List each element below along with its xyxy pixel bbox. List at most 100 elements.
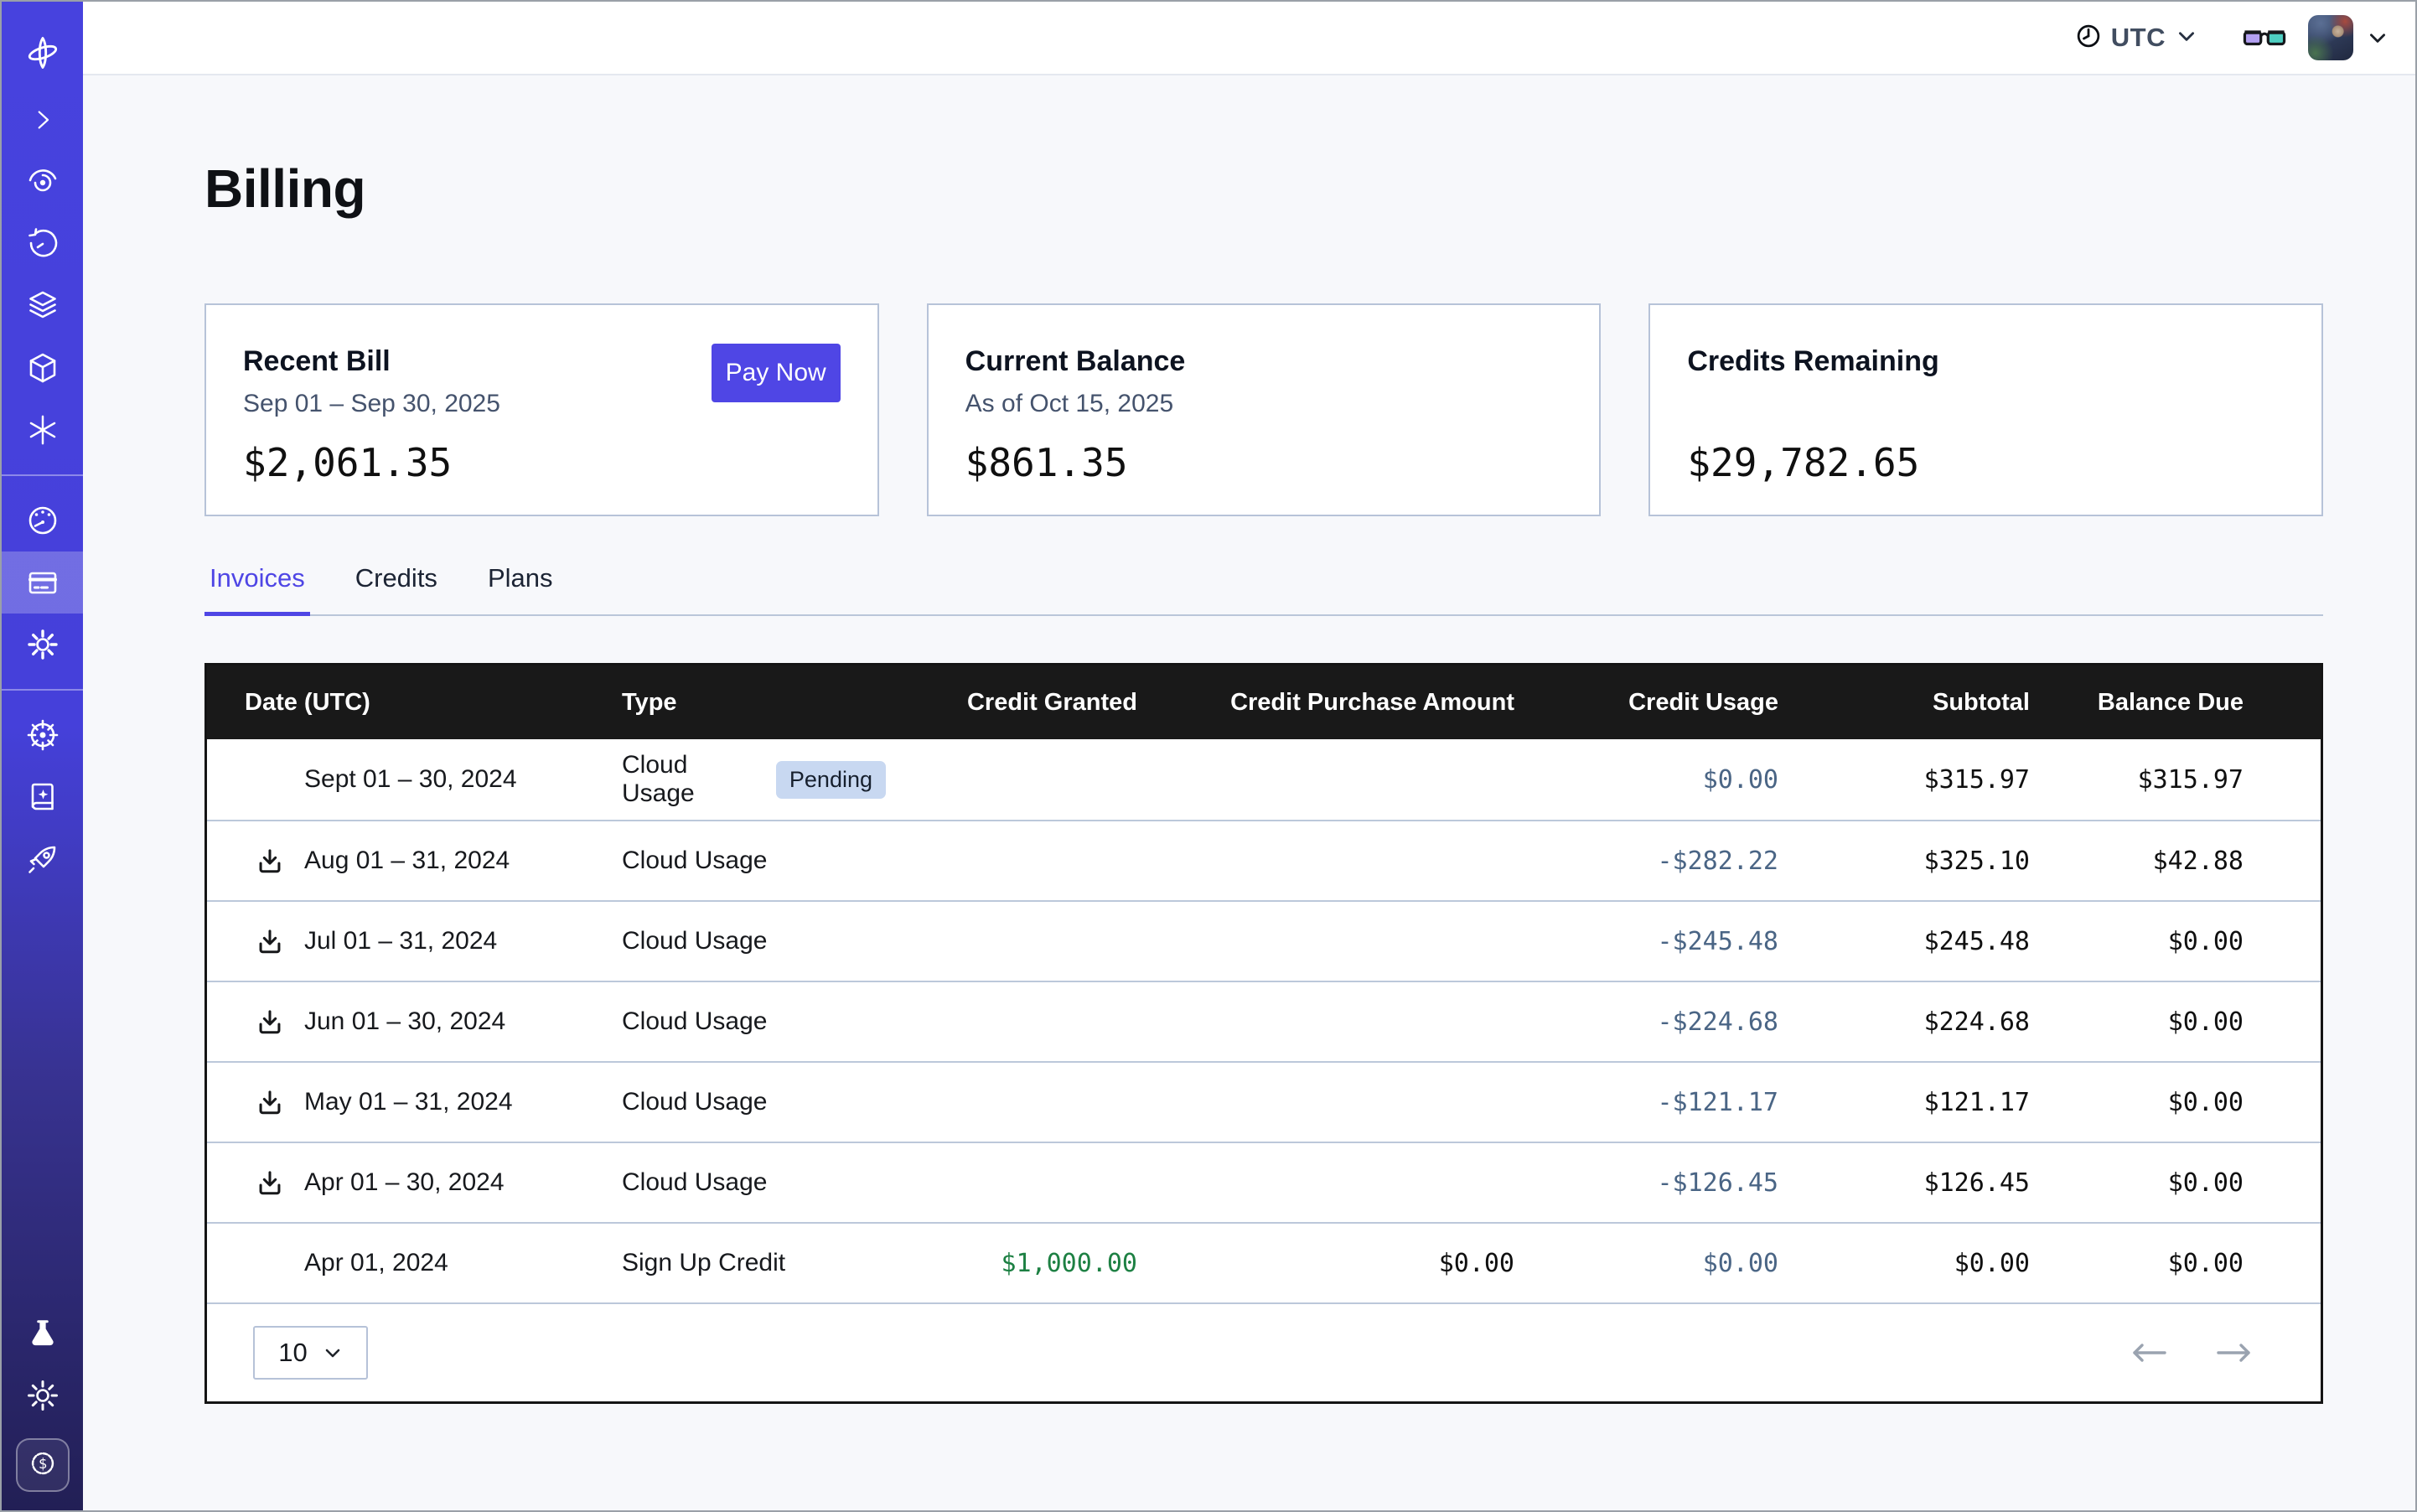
download-invoice-icon[interactable]	[256, 847, 284, 875]
balance-due-cell: $0.00	[2030, 1088, 2321, 1117]
glasses-icon[interactable]	[2243, 25, 2286, 50]
main-content: Billing Recent Bill Sep 01 – Sep 30, 202…	[83, 75, 2415, 1510]
download-invoice-icon[interactable]	[256, 1088, 284, 1116]
recent-bill-card: Recent Bill Sep 01 – Sep 30, 2025 $2,061…	[204, 303, 879, 516]
subtotal-cell: $325.10	[1778, 847, 2030, 876]
page-size-select[interactable]: 10	[253, 1326, 368, 1380]
sidebar-item-logo[interactable]	[2, 17, 83, 89]
docs-book-icon	[25, 779, 60, 815]
table-row: Jul 01 – 31, 2024Cloud Usage-$245.48$245…	[207, 900, 2321, 981]
table-row: Aug 01 – 31, 2024Cloud Usage-$282.22$325…	[207, 820, 2321, 900]
chevron-down-icon	[2176, 25, 2197, 51]
invoice-type: Cloud Usage	[622, 1168, 767, 1197]
download-invoice-icon[interactable]	[256, 1007, 284, 1036]
table-row: Apr 01 – 30, 2024Cloud Usage-$126.45$126…	[207, 1142, 2321, 1222]
table-row: Jun 01 – 30, 2024Cloud Usage-$224.68$224…	[207, 981, 2321, 1061]
column-header: Date (UTC)	[207, 689, 580, 717]
credit-usage-cell: -$282.22	[1514, 847, 1778, 876]
date-cell: Jun 01 – 30, 2024	[207, 1007, 580, 1036]
brightness-icon	[25, 1378, 60, 1413]
type-cell: Cloud Usage	[580, 1088, 886, 1116]
card-subtitle	[1687, 390, 2285, 422]
type-cell: Cloud Usage	[580, 927, 886, 955]
credit-purchase-cell: $0.00	[1137, 1249, 1514, 1278]
balance-due-cell: $0.00	[2030, 1168, 2321, 1198]
history-icon	[25, 226, 60, 261]
sidebar-item-docs[interactable]	[2, 766, 83, 828]
balance-due-cell: $0.00	[2030, 1007, 2321, 1037]
sidebar-item-support[interactable]	[2, 704, 83, 766]
user-avatar[interactable]	[2308, 15, 2353, 60]
credits-remaining-amount: $29,782.65	[1687, 440, 2285, 485]
sidebar-item-billing[interactable]	[2, 551, 83, 614]
type-cell: Cloud Usage	[580, 1168, 886, 1197]
invoice-date: Sept 01 – 30, 2024	[304, 765, 517, 794]
invoice-type: Cloud Usage	[622, 1088, 767, 1116]
type-cell: Sign Up Credit	[580, 1249, 886, 1277]
invoice-date: Apr 01 – 30, 2024	[304, 1168, 505, 1197]
date-cell: Apr 01 – 30, 2024	[207, 1168, 580, 1197]
column-header: Credit Usage	[1514, 689, 1778, 717]
pay-now-button[interactable]: Pay Now	[712, 344, 841, 402]
download-invoice-icon[interactable]	[256, 927, 284, 955]
page-size-value: 10	[278, 1338, 307, 1368]
clock-icon	[2076, 23, 2101, 53]
table-row: Sept 01 – 30, 2024Cloud UsagePending$0.0…	[207, 739, 2321, 820]
column-header: Type	[580, 689, 886, 717]
invoice-type: Cloud Usage	[622, 1007, 767, 1036]
spiral-icon	[25, 164, 60, 199]
credit-usage-cell: $0.00	[1514, 765, 1778, 795]
topbar: UTC	[83, 2, 2415, 75]
sidebar-item-getting-started[interactable]	[2, 828, 83, 890]
svg-text:$: $	[38, 1456, 46, 1473]
sidebar: $	[2, 2, 83, 1510]
table-row: Apr 01, 2024Sign Up Credit$1,000.00$0.00…	[207, 1222, 2321, 1302]
date-cell: Jul 01 – 31, 2024	[207, 927, 580, 955]
previous-page-button[interactable]	[2130, 1340, 2168, 1365]
card-title: Current Balance	[965, 345, 1563, 378]
sidebar-item-cube[interactable]	[2, 337, 83, 399]
sidebar-item-credits[interactable]: $	[16, 1438, 70, 1492]
sidebar-divider	[2, 689, 83, 691]
next-page-button[interactable]	[2215, 1340, 2254, 1365]
gauge-icon	[25, 503, 60, 538]
subtotal-cell: $315.97	[1778, 765, 2030, 795]
subtotal-cell: $245.48	[1778, 927, 2030, 956]
credits-remaining-card: Credits Remaining $29,782.65	[1648, 303, 2323, 516]
current-balance-card: Current Balance As of Oct 15, 2025 $861.…	[927, 303, 1602, 516]
subtotal-cell: $121.17	[1778, 1088, 2030, 1117]
chevron-down-icon	[323, 1343, 343, 1363]
sidebar-item-observe[interactable]	[2, 151, 83, 213]
sidebar-item-layers[interactable]	[2, 275, 83, 337]
billing-card-icon	[25, 565, 60, 600]
invoice-date: Jul 01 – 31, 2024	[304, 927, 497, 955]
sidebar-item-labs[interactable]	[2, 1302, 83, 1364]
column-header: Credit Purchase Amount	[1137, 689, 1514, 717]
balance-due-cell: $42.88	[2030, 847, 2321, 876]
download-invoice-icon[interactable]	[256, 1168, 284, 1197]
balance-due-cell: $0.00	[2030, 1249, 2321, 1278]
date-cell: May 01 – 31, 2024	[207, 1088, 580, 1116]
pagination-arrows	[2130, 1340, 2254, 1365]
tab-plans[interactable]: Plans	[483, 563, 558, 616]
sidebar-item-history[interactable]	[2, 213, 83, 275]
account-menu-chevron-down-icon[interactable]	[2367, 27, 2389, 49]
credit-granted-cell: $1,000.00	[886, 1249, 1137, 1278]
subtotal-cell: $126.45	[1778, 1168, 2030, 1198]
timezone-selector[interactable]: UTC	[2076, 23, 2197, 53]
sidebar-item-expand-sidebar[interactable]	[2, 89, 83, 151]
sidebar-item-theme[interactable]	[2, 1364, 83, 1427]
helm-icon	[25, 717, 60, 753]
tab-invoices[interactable]: Invoices	[204, 563, 310, 616]
table-body: Sept 01 – 30, 2024Cloud UsagePending$0.0…	[207, 739, 2321, 1302]
rocket-icon	[25, 841, 60, 877]
sidebar-item-services[interactable]	[2, 399, 83, 461]
tab-credits[interactable]: Credits	[350, 563, 443, 616]
sidebar-item-usage[interactable]	[2, 489, 83, 551]
sidebar-item-settings[interactable]	[2, 614, 83, 676]
subtotal-cell: $0.00	[1778, 1249, 2030, 1278]
column-header: Balance Due	[2030, 689, 2321, 717]
asterisk-icon	[26, 413, 60, 447]
chevron-right-icon	[28, 105, 58, 135]
date-cell: Aug 01 – 31, 2024	[207, 847, 580, 875]
